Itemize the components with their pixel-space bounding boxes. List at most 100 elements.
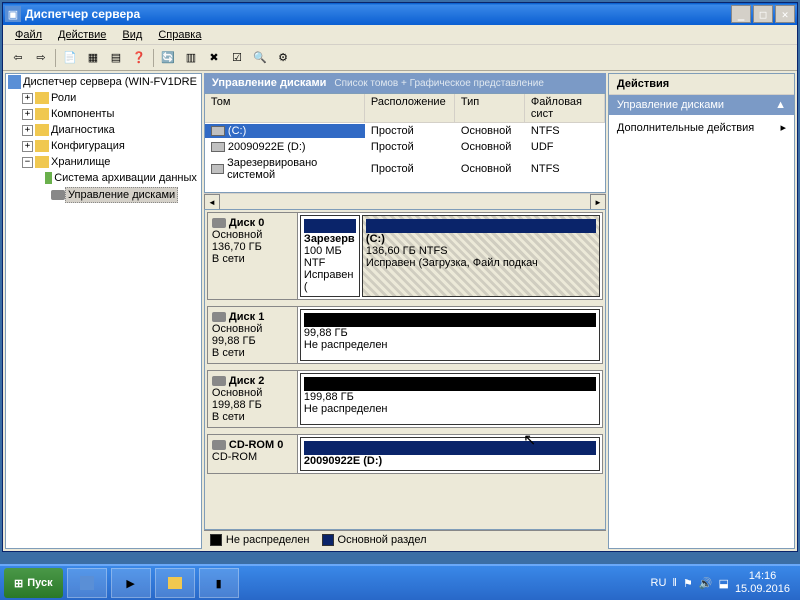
tray-icon-2[interactable]: 🔊 (699, 577, 713, 590)
volume-list[interactable]: Том Расположение Тип Файловая сист (C:)П… (204, 93, 606, 193)
refresh-button[interactable]: 🔄 (157, 47, 179, 69)
tree-backup[interactable]: Система архивации данных (6, 170, 201, 186)
actions-panel: Действия Управление дисками ▲ Дополнител… (608, 73, 795, 549)
folder-icon (35, 140, 49, 152)
partition[interactable]: 199,88 ГБНе распределен (300, 373, 600, 425)
drive-icon (211, 142, 225, 152)
drive-icon (211, 126, 225, 136)
col-layout[interactable]: Расположение (365, 94, 455, 122)
disk-graphical-view[interactable]: Диск 0Основной136,70 ГБВ сетиЗарезерв100… (204, 209, 606, 530)
volume-row[interactable]: Зарезервировано системойПростойОсновнойN… (205, 155, 605, 183)
partition[interactable]: 99,88 ГБНе распределен (300, 309, 600, 361)
folder-icon (35, 92, 49, 104)
collapse-icon[interactable]: ▲ (775, 99, 786, 111)
menu-view[interactable]: Вид (114, 27, 150, 43)
partition[interactable]: 20090922E (D:) (300, 437, 600, 471)
taskbar-item-1[interactable] (67, 568, 107, 598)
tool-btn-6[interactable]: ✖ (203, 47, 225, 69)
back-button[interactable]: ⇦ (7, 47, 29, 69)
expand-icon[interactable]: + (22, 109, 33, 120)
collapse-icon[interactable]: − (22, 157, 33, 168)
toolbar: ⇦ ⇨ 📄 ▦ ▤ ❓ 🔄 ▥ ✖ ☑ 🔍 ⚙ (3, 45, 797, 71)
col-type[interactable]: Тип (455, 94, 525, 122)
tool-btn-3[interactable]: ▤ (105, 47, 127, 69)
partition[interactable]: (C:)136,60 ГБ NTFSИсправен (Загрузка, Фа… (362, 215, 600, 297)
menu-help[interactable]: Справка (150, 27, 209, 43)
taskbar-item-2[interactable]: ▶ (111, 568, 151, 598)
col-volume[interactable]: Том (205, 94, 365, 122)
tool-btn-9[interactable]: ⚙ (272, 47, 294, 69)
col-fs[interactable]: Файловая сист (525, 94, 605, 122)
tree-diskmgmt[interactable]: Управление дисками (6, 186, 201, 204)
disk-info: Диск 0Основной136,70 ГБВ сети (208, 213, 298, 299)
menubar: Файл Действие Вид Справка (3, 25, 797, 45)
forward-button[interactable]: ⇨ (30, 47, 52, 69)
expand-icon[interactable]: + (22, 125, 33, 136)
taskbar[interactable]: ⊞ Пуск ▶ ▮ RU ‖ ⚑ 🔊 ⬓ 14:16 15.09.2016 (0, 564, 800, 600)
tree-components[interactable]: + Компоненты (6, 106, 201, 122)
chevron-right-icon: ▸ (780, 121, 786, 134)
tray-sep-icon: ‖ (672, 577, 677, 589)
expand-icon[interactable]: + (22, 93, 33, 104)
close-button[interactable]: ✕ (775, 5, 795, 23)
help-button[interactable]: ❓ (128, 47, 150, 69)
main-header: Управление дисками Список томов + Графич… (204, 73, 606, 93)
actions-more[interactable]: Дополнительные действия ▸ (609, 115, 794, 140)
tree-storage[interactable]: − Хранилище (6, 154, 201, 170)
tool-btn-7[interactable]: ☑ (226, 47, 248, 69)
disk-icon (212, 218, 226, 228)
disk-row[interactable]: CD-ROM 0CD-ROM20090922E (D:) (207, 434, 603, 474)
start-button[interactable]: ⊞ Пуск (4, 568, 63, 598)
window-title: Диспетчер сервера (25, 7, 731, 21)
taskbar-item-3[interactable] (155, 568, 195, 598)
folder-icon (35, 156, 49, 168)
disk-row[interactable]: Диск 2Основной199,88 ГБВ сети199,88 ГБНе… (207, 370, 603, 428)
volume-scrollbar[interactable]: ◄ ► (204, 193, 606, 209)
disk-info: Диск 1Основной99,88 ГБВ сети (208, 307, 298, 363)
main-panel: Управление дисками Список томов + Графич… (204, 73, 606, 549)
menu-file[interactable]: Файл (7, 27, 50, 43)
legend: Не распределен Основной раздел (204, 530, 606, 549)
actions-category[interactable]: Управление дисками ▲ (609, 95, 794, 115)
partition[interactable]: Зарезерв100 МБ NTFИсправен ( (300, 215, 360, 297)
tray-icon-3[interactable]: ⬓ (719, 577, 729, 590)
tool-btn-8[interactable]: 🔍 (249, 47, 271, 69)
disk-icon (212, 440, 226, 450)
drive-icon (211, 164, 224, 174)
lang-indicator[interactable]: RU (651, 577, 667, 589)
tree-diagnostics[interactable]: + Диагностика (6, 122, 201, 138)
disk-icon (212, 312, 226, 322)
backup-icon (45, 172, 52, 184)
scroll-left-icon[interactable]: ◄ (204, 194, 220, 210)
taskbar-item-4[interactable]: ▮ (199, 568, 239, 598)
actions-header: Действия (609, 74, 794, 95)
tree-panel[interactable]: Диспетчер сервера (WIN-FV1DRE + Роли + К… (5, 73, 202, 549)
volume-row[interactable]: (C:)ПростойОсновнойNTFS (205, 123, 605, 139)
menu-action[interactable]: Действие (50, 27, 114, 43)
folder-icon (35, 108, 49, 120)
tool-btn-2[interactable]: ▦ (82, 47, 104, 69)
legend-box-primary (322, 534, 334, 546)
tree-roles[interactable]: + Роли (6, 90, 201, 106)
expand-icon[interactable]: + (22, 141, 33, 152)
titlebar[interactable]: ▣ Диспетчер сервера _ □ ✕ (3, 3, 797, 25)
tool-btn-5[interactable]: ▥ (180, 47, 202, 69)
tree-config[interactable]: + Конфигурация (6, 138, 201, 154)
disk-info: Диск 2Основной199,88 ГБВ сети (208, 371, 298, 427)
disk-icon (212, 376, 226, 386)
system-tray[interactable]: RU ‖ ⚑ 🔊 ⬓ 14:16 15.09.2016 (645, 570, 796, 596)
tool-btn-1[interactable]: 📄 (59, 47, 81, 69)
clock[interactable]: 14:16 15.09.2016 (735, 570, 790, 596)
disk-icon (51, 190, 65, 200)
disk-row[interactable]: Диск 1Основной99,88 ГБВ сети99,88 ГБНе р… (207, 306, 603, 364)
tree-root[interactable]: Диспетчер сервера (WIN-FV1DRE (6, 74, 201, 90)
volume-header[interactable]: Том Расположение Тип Файловая сист (205, 94, 605, 123)
folder-icon (35, 124, 49, 136)
disk-row[interactable]: Диск 0Основной136,70 ГБВ сетиЗарезерв100… (207, 212, 603, 300)
maximize-button[interactable]: □ (753, 5, 773, 23)
volume-row[interactable]: 20090922E (D:)ПростойОсновнойUDF (205, 139, 605, 155)
app-icon: ▣ (5, 6, 21, 22)
tray-icon-1[interactable]: ⚑ (683, 577, 693, 590)
scroll-right-icon[interactable]: ► (590, 194, 606, 210)
minimize-button[interactable]: _ (731, 5, 751, 23)
